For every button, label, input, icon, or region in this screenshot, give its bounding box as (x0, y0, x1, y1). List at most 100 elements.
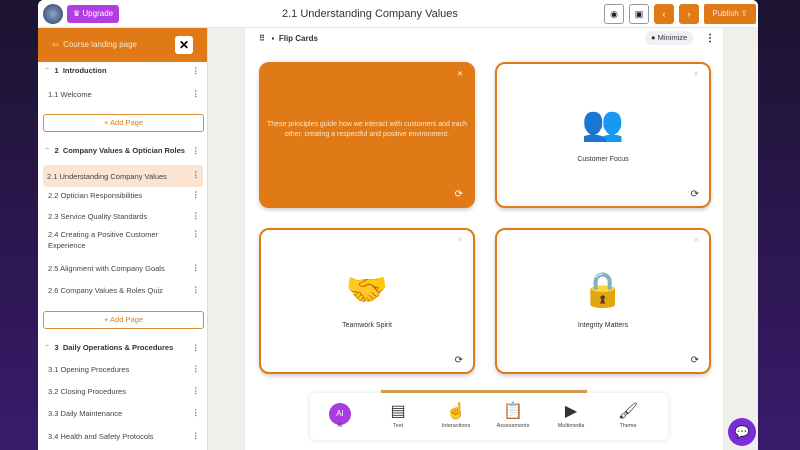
section-number: 2 (54, 146, 59, 155)
more-options-icon[interactable]: ⋮ (192, 343, 200, 352)
text-icon: ▤ (390, 403, 406, 420)
upload-icon: ⇪ (740, 9, 748, 18)
section-title: ⌃ 3 Daily Operations & Procedures (44, 343, 174, 352)
avatar[interactable] (43, 4, 63, 24)
more-options-icon[interactable]: ⋮ (192, 263, 200, 272)
add-page-button[interactable]: + Add Page (43, 311, 204, 329)
flip-card[interactable]: ✕ 🔒 Integrity Matters ⟳ (495, 228, 711, 374)
more-options-icon[interactable]: ⋮ (192, 170, 200, 179)
close-icon[interactable]: ✕ (457, 236, 463, 244)
chat-button[interactable]: 💬 (728, 418, 756, 446)
sidebar-page-item[interactable]: 2.5 Alignment with Company Goals ⋮ (38, 263, 208, 277)
section-title-text: Company Values & Optician Roles (62, 146, 185, 155)
section-title: ⌃ 1 Introduction (44, 66, 107, 75)
ai-icon: AI (329, 403, 351, 425)
add-page-button[interactable]: + Add Page (43, 114, 204, 132)
back-to-course-link[interactable]: ⇦ Course landing page (52, 40, 137, 49)
close-sidebar-button[interactable]: ✕ (175, 36, 193, 54)
toolbar-label: Interactions (441, 423, 471, 429)
minimize-label: Minimize (657, 33, 688, 42)
page-label: 3.4 Health and Safety Protocols (48, 432, 154, 441)
more-options-icon[interactable]: ⋮ (192, 190, 200, 199)
publish-button[interactable]: Publish ⇪ (704, 4, 756, 24)
more-options-icon[interactable]: ⋮ (192, 285, 200, 294)
sidebar-header: ⇦ Course landing page ✕ (38, 28, 207, 62)
section-number: 3 (54, 343, 59, 352)
flip-card[interactable]: ✕ 🤝 Teamwork Spirit ⟳ (259, 228, 475, 374)
publish-label: Publish (712, 9, 739, 18)
close-icon[interactable]: ✕ (457, 70, 463, 78)
flip-icon[interactable]: ⟳ (691, 189, 699, 200)
close-icon[interactable]: ✕ (693, 70, 699, 78)
more-options-icon[interactable]: ⋮ (705, 33, 715, 44)
paintbrush-icon: 🖌 (617, 403, 639, 420)
preview-button[interactable]: ◉ (604, 4, 624, 24)
flip-icon[interactable]: ⟳ (455, 355, 463, 366)
top-bar: ♛ Upgrade 2.1 Understanding Company Valu… (38, 0, 758, 28)
sidebar-page-item[interactable]: 2.3 Service Quality Standards ⋮ (38, 211, 208, 225)
toolbar-multimedia[interactable]: ▶ Multimedia (543, 401, 599, 429)
toolbar-ai[interactable]: AI AI (312, 401, 368, 429)
section-header[interactable]: ⌃ 2 Company Values & Optician Roles ⋮ (38, 146, 208, 160)
toolbar-label: Text (392, 423, 404, 429)
more-options-icon[interactable]: ⋮ (192, 408, 200, 417)
clipboard-icon: 📋 (503, 403, 523, 420)
lock-icon: 🔒 (581, 271, 625, 309)
media-icon: ▶ (564, 403, 578, 420)
back-label: Course landing page (63, 40, 137, 49)
sidebar-page-item[interactable]: 3.1 Opening Procedures ⋮ (38, 364, 208, 378)
toolbar-label: Assessments (496, 423, 530, 429)
sidebar-page-item[interactable]: 3.4 Health and Safety Protocols ⋮ (38, 431, 208, 445)
people-icon: 👥 (581, 105, 625, 143)
editor-panel: ⠿ ▪ Flip Cards ● Minimize ⋮ ✕ These princ… (245, 28, 723, 450)
page-label: 2.5 Alignment with Company Goals (48, 264, 165, 273)
app-window: ♛ Upgrade 2.1 Understanding Company Valu… (38, 0, 758, 450)
more-options-icon[interactable]: ⋮ (192, 386, 200, 395)
flip-card[interactable]: ✕ These principles guide how we interact … (259, 62, 475, 208)
save-button[interactable]: ▣ (629, 4, 649, 24)
more-options-icon[interactable]: ⋮ (192, 89, 200, 98)
more-options-icon[interactable]: ⋮ (192, 431, 200, 440)
flip-card[interactable]: ✕ 👥 Customer Focus ⟳ (495, 62, 711, 208)
card-title: Customer Focus (577, 156, 629, 163)
section-title: ⌃ 2 Company Values & Optician Roles (44, 146, 185, 155)
card-title: Teamwork Spirit (342, 322, 392, 329)
chat-icon: 💬 (734, 425, 750, 439)
sidebar: ⇦ Course landing page ✕ ⌃ 1 Introduction… (38, 28, 208, 450)
page-title: 2.1 Understanding Company Values (282, 8, 458, 20)
sidebar-page-item[interactable]: 2.1 Understanding Company Values ⋮ (43, 165, 203, 187)
card-title: Integrity Matters (577, 322, 629, 329)
page-label: 2.6 Company Values & Roles Quiz (48, 286, 163, 295)
page-label: 2.4 Creating a Positive Customer Experie… (48, 230, 159, 250)
save-icon: ▣ (634, 9, 644, 19)
next-page-button[interactable]: › (679, 4, 699, 24)
pointer-hand-icon: ☝ (446, 403, 466, 420)
more-options-icon[interactable]: ⋮ (192, 229, 200, 238)
sidebar-page-item[interactable]: 2.4 Creating a Positive Customer Experie… (38, 229, 208, 250)
toolbar-assessments[interactable]: 📋 Assessments (485, 401, 541, 429)
toolbar-interactions[interactable]: ☝ Interactions (428, 401, 484, 429)
flip-icon[interactable]: ⟳ (455, 189, 463, 200)
sidebar-page-item[interactable]: 1.1 Welcome ⋮ (38, 89, 208, 103)
flip-icon[interactable]: ⟳ (691, 355, 699, 366)
prev-page-button[interactable]: ‹ (654, 4, 674, 24)
section-header[interactable]: ⌃ 1 Introduction ⋮ (38, 66, 208, 80)
more-options-icon[interactable]: ⋮ (192, 66, 200, 75)
sidebar-page-item[interactable]: 2.6 Company Values & Roles Quiz ⋮ (38, 285, 208, 299)
section-header[interactable]: ⌃ 3 Daily Operations & Procedures ⋮ (38, 343, 208, 357)
sidebar-page-item[interactable]: 2.2 Optician Responsibilities ⋮ (38, 190, 208, 204)
more-options-icon[interactable]: ⋮ (192, 211, 200, 220)
upgrade-button[interactable]: ♛ Upgrade (67, 5, 120, 23)
more-options-icon[interactable]: ⋮ (192, 146, 200, 155)
close-icon[interactable]: ✕ (693, 236, 699, 244)
card-back-text: These principles guide how we interact w… (267, 121, 467, 138)
toolbar-theme[interactable]: 🖌 Theme (600, 401, 656, 429)
more-options-icon[interactable]: ⋮ (192, 364, 200, 373)
sidebar-page-item[interactable]: 3.3 Daily Maintenance ⋮ (38, 408, 208, 422)
toolbar-text[interactable]: ▤ Text (370, 401, 426, 429)
sidebar-page-item[interactable]: 3.2 Closing Procedures ⋮ (38, 386, 208, 400)
minimize-button[interactable]: ● Minimize (645, 31, 694, 45)
block-title: Flip Cards (278, 34, 318, 43)
toolbar-label: AI (337, 423, 343, 429)
drag-handle-icon[interactable]: ⠿ (259, 34, 265, 43)
